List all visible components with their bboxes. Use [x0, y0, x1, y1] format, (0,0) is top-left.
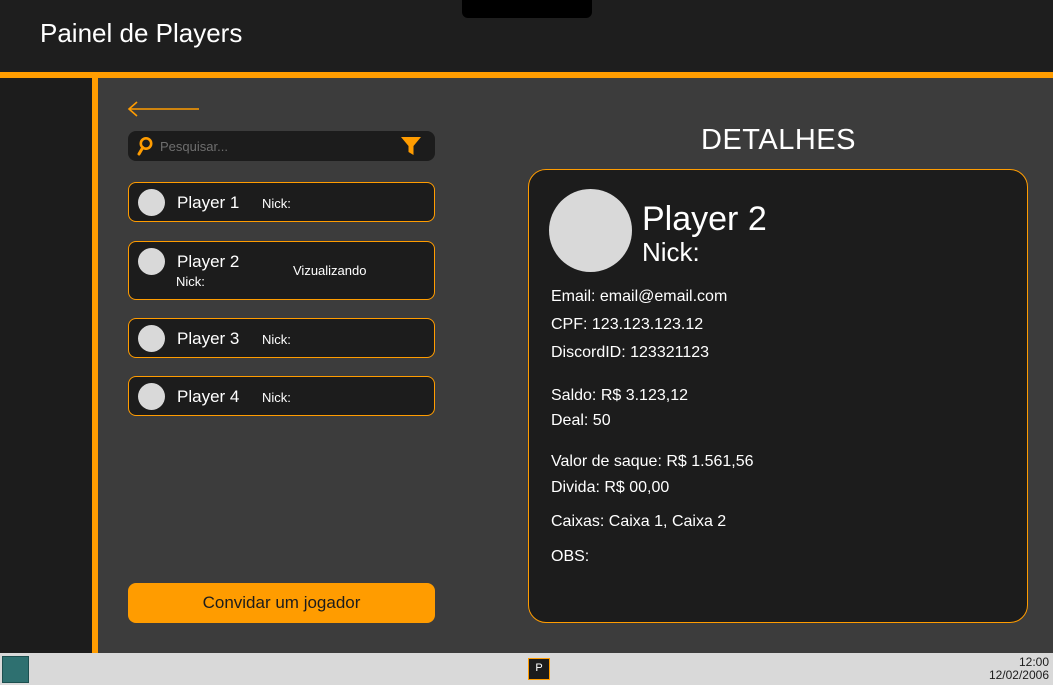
app-title: Painel de Players [40, 18, 243, 48]
player-avatar [138, 383, 165, 410]
taskbar: P 12:00 12/02/2006 [0, 653, 1053, 685]
player-nick: Nick: [176, 274, 205, 289]
player-name: Player 2 [177, 252, 240, 271]
taskbar-app-button[interactable]: P [528, 658, 550, 680]
details-email: Email: email@email.com [551, 288, 728, 305]
top-bar: Painel de Players [0, 0, 1053, 72]
player-avatar [138, 189, 165, 216]
viewing-status: Vizualizando [293, 263, 367, 278]
player-avatar [138, 248, 165, 275]
details-heading: DETALHES [701, 124, 856, 156]
player-nick: Nick: [262, 196, 291, 211]
player-name: Player 3 [177, 329, 240, 348]
back-arrow-icon[interactable] [127, 100, 201, 118]
details-avatar [549, 189, 632, 272]
details-saque: Valor de saque: R$ 1.561,56 [551, 453, 754, 470]
player-nick: Nick: [262, 390, 291, 405]
taskbar-clock: 12:00 12/02/2006 [989, 656, 1049, 682]
player-name: Player 4 [177, 387, 240, 406]
player-avatar [138, 325, 165, 352]
details-panel: Player 2 Nick: Email: email@email.com CP… [528, 169, 1028, 623]
camera-notch [462, 0, 592, 18]
details-deal: Deal: 50 [551, 412, 611, 429]
filter-icon[interactable] [400, 136, 422, 156]
sidebar-divider [92, 78, 98, 653]
clock-date: 12/02/2006 [988, 668, 1049, 682]
details-player-name: Player 2 [642, 200, 767, 238]
details-discord: DiscordID: 123321123 [551, 344, 710, 361]
player-card-3[interactable]: Player 3 Nick: [128, 318, 435, 358]
player-nick: Nick: [262, 332, 291, 347]
details-saldo: Saldo: R$ 3.123,12 [551, 387, 688, 404]
details-caixas: Caixas: Caixa 1, Caixa 2 [551, 513, 727, 530]
player-card-1[interactable]: Player 1 Nick: [128, 182, 435, 222]
search-bar [128, 131, 435, 161]
details-divida: Divida: R$ 00,00 [551, 479, 670, 496]
details-obs: OBS: [551, 548, 590, 565]
start-button[interactable] [2, 656, 29, 683]
player-card-4[interactable]: Player 4 Nick: [128, 376, 435, 416]
invite-player-button[interactable]: Convidar um jogador [128, 583, 435, 623]
search-icon [137, 137, 153, 156]
details-player-nick: Nick: [642, 237, 700, 267]
player-card-2[interactable]: Player 2 Nick: Vizualizando [128, 241, 435, 300]
header-divider [0, 72, 1053, 78]
sidebar [0, 78, 92, 653]
player-name: Player 1 [177, 193, 240, 212]
search-input[interactable] [160, 136, 390, 156]
details-cpf: CPF: 123.123.123.12 [551, 316, 704, 333]
